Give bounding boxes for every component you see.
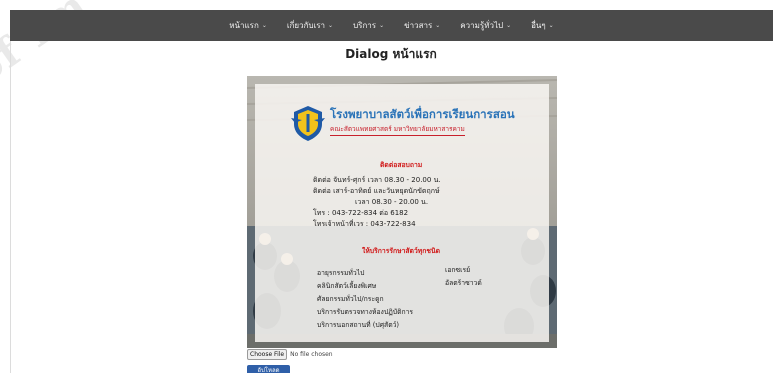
contact-line: ติดต่อ จันทร์-ศุกร์ เวลา 08.30 - 20.00 น… [313,176,441,184]
nav-item-about[interactable]: เกี่ยวกับเรา ⌄ [278,19,342,32]
service-item: บริการรับตรวจทางห้องปฏิบัติการ [317,308,414,316]
nav-label: อื่นๆ [531,21,546,30]
nav-label: หน้าแรก [229,21,259,30]
faculty-name: คณะสัตวแพทยศาสตร์ มหาวิทยาลัยมหาสารคาม [330,124,465,136]
nav-item-knowledge[interactable]: ความรู้ทั่วไป ⌄ [451,19,520,32]
content-border [10,41,11,373]
choose-file-button[interactable]: Choose File [247,349,288,360]
poster-info-card: โรงพยาบาลสัตว์เพื่อการเรียนการสอน คณะสัต… [255,84,549,342]
chevron-down-icon: ⌄ [548,22,554,29]
nav-label: ข่าวสาร [404,21,433,30]
contact-line: โทรเจ้าหน้าที่เวร : 043-722-834 [313,220,416,228]
upload-button[interactable]: อัปโหลด [247,365,290,373]
page-title: Dialog หน้าแรก [345,47,437,61]
hospital-logo-icon [291,106,325,141]
contact-line: เวลา 08.30 - 20.00 น. [355,198,429,206]
file-input: Choose File No file chosen [247,349,333,360]
nav-item-home[interactable]: หน้าแรก ⌄ [220,19,276,32]
dialog-poster-image: โรงพยาบาลสัตว์เพื่อการเรียนการสอน คณะสัต… [247,76,557,348]
file-status: No file chosen [290,351,333,358]
service-item: คลินิกสัตว์เลี้ยงพิเศษ [317,282,377,290]
nav-label: ความรู้ทั่วไป [460,21,504,30]
service-item: บริการนอกสถานที่ (ปศุสัตว์) [317,321,400,329]
service-item: ศัลยกรรมทั่วไป/กระดูก [317,295,384,303]
nav-label: บริการ [353,21,377,30]
chevron-down-icon: ⌄ [379,22,385,29]
chevron-down-icon: ⌄ [328,22,334,29]
contact-line: โทร : 043-722-834 ต่อ 6182 [313,209,409,217]
service-item: อายุรกรรมทั่วไป [317,269,365,277]
services-heading: ให้บริการรักษาสัตว์ทุกชนิด [362,247,441,255]
chevron-down-icon: ⌄ [435,22,441,29]
chevron-down-icon: ⌄ [261,22,267,29]
service-item: อัลตร้าซาวด์ [445,279,482,287]
contact-line: ติดต่อ เสาร์-อาทิตย์ และวันหยุดนักขัตฤกษ… [313,187,440,195]
nav-item-other[interactable]: อื่นๆ ⌄ [522,19,563,32]
nav-item-news[interactable]: ข่าวสาร ⌄ [395,19,449,32]
nav-item-services[interactable]: บริการ ⌄ [344,19,393,32]
nav-label: เกี่ยวกับเรา [286,21,326,30]
chevron-down-icon: ⌄ [506,22,512,29]
hospital-name: โรงพยาบาลสัตว์เพื่อการเรียนการสอน [330,107,515,121]
top-navbar: หน้าแรก ⌄ เกี่ยวกับเรา ⌄ บริการ ⌄ ข่าวสา… [10,10,773,41]
contact-heading: ติดต่อสอบถาม [380,161,423,169]
service-item: เอกซเรย์ [445,266,471,274]
